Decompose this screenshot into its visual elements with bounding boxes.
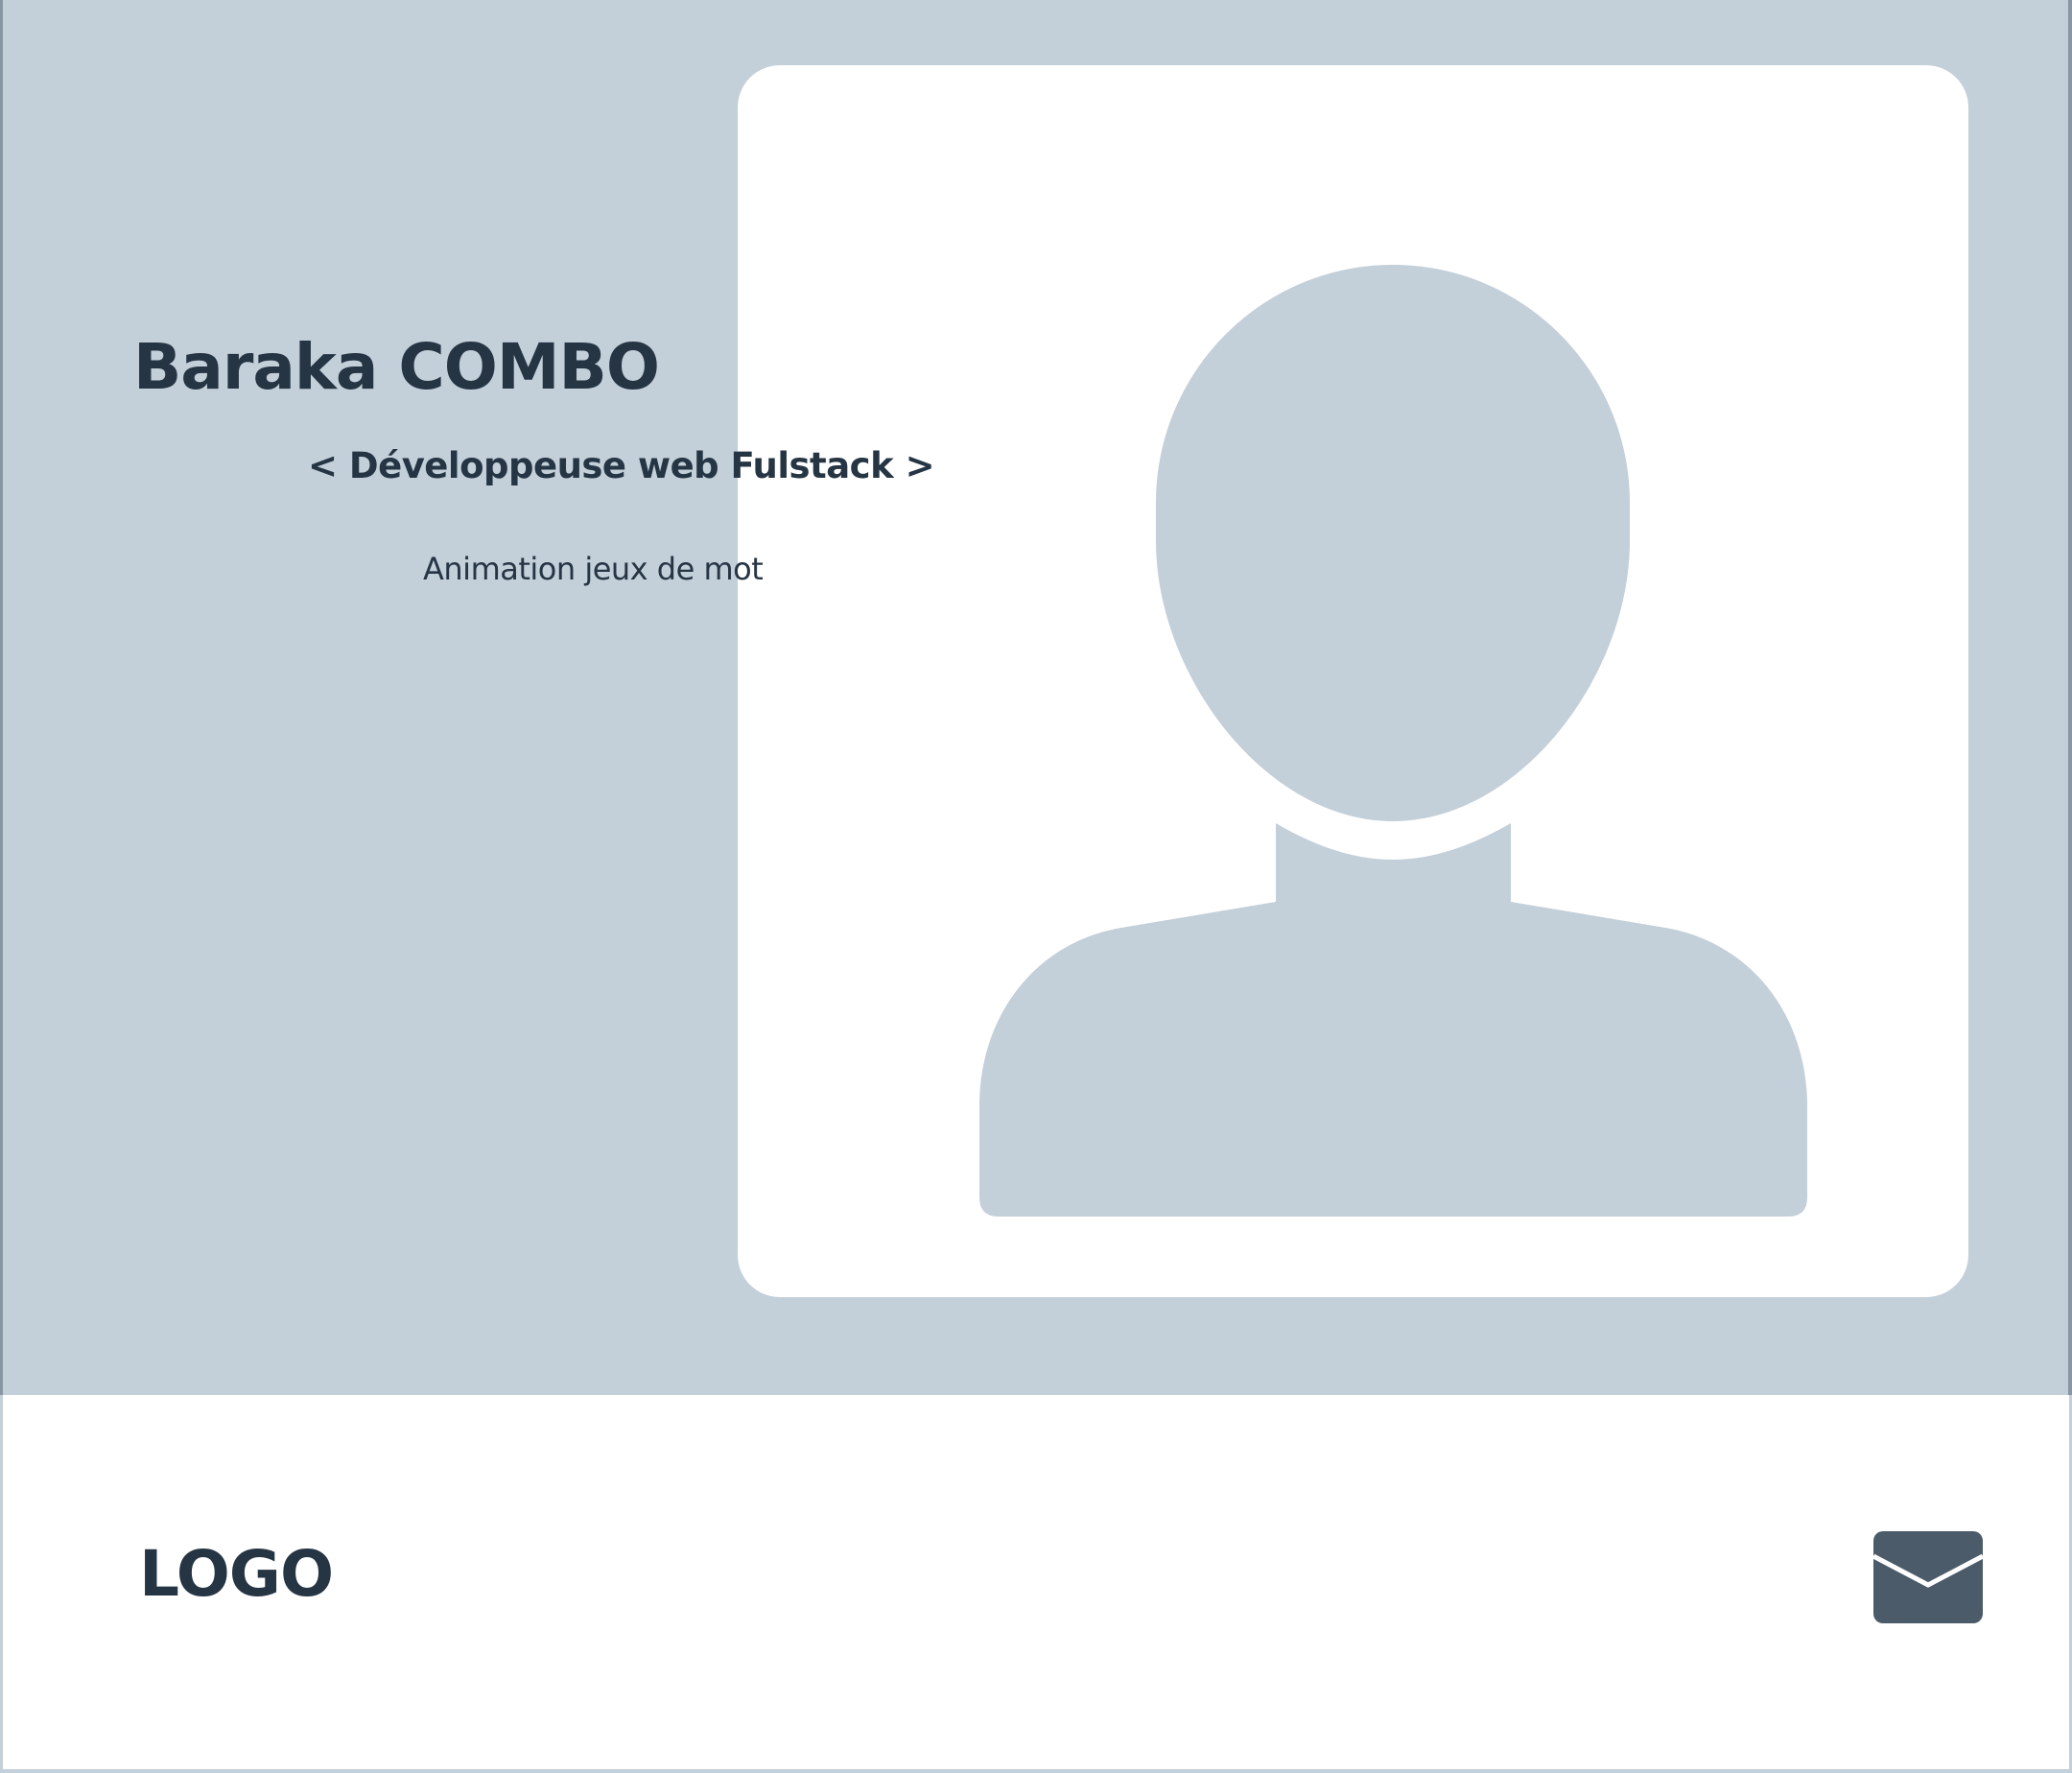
envelope-icon [1873,1531,1983,1623]
user-silhouette-icon [979,265,1807,1217]
profile-photo-placeholder [738,65,1968,1297]
contact-mail-button[interactable] [1873,1531,1983,1623]
profile-role: < Développeuse web Fulstack > [308,445,935,486]
profile-tagline: Animation jeux de mot [423,551,764,587]
profile-name: Baraka COMBO [133,330,660,404]
footer: LOGO [0,1395,2072,1773]
logo[interactable]: LOGO [139,1531,334,1618]
hero-section: Baraka COMBO < Développeuse web Fulstack… [0,0,2072,1395]
page: Baraka COMBO < Développeuse web Fulstack… [0,0,2072,1773]
